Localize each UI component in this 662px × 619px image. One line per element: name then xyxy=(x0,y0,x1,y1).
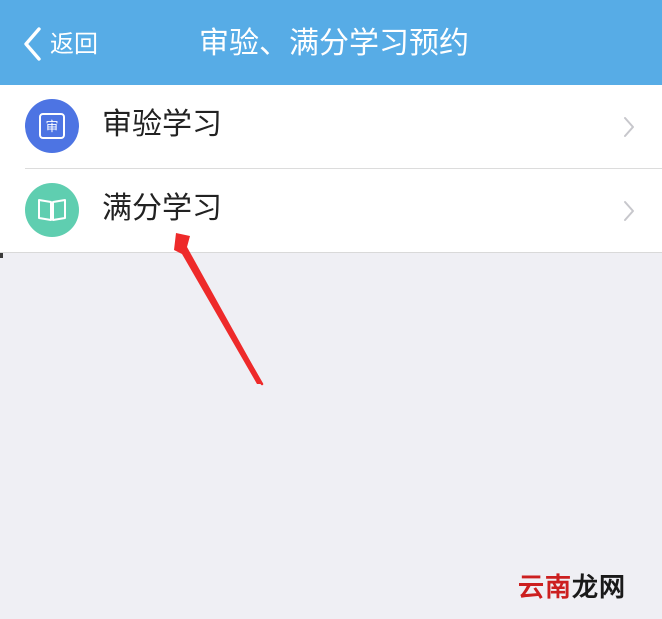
chevron-right-icon xyxy=(624,117,634,137)
list-item-full-score-study[interactable]: 满分学习 xyxy=(25,168,662,252)
page-title: 审验、满分学习预约 xyxy=(199,26,469,61)
chevron-right-icon xyxy=(624,201,634,221)
study-type-list: 审 审验学习 满分学习 xyxy=(0,85,662,253)
watermark-part2: 龙网 xyxy=(571,573,626,603)
audit-seal-icon: 审 xyxy=(25,99,79,153)
open-book-icon xyxy=(25,183,79,237)
watermark-part1: 云南 xyxy=(517,573,572,603)
nav-bar: 返回 审验、满分学习预约 xyxy=(0,0,662,85)
list-item-audit-study[interactable]: 审 审验学习 xyxy=(0,85,662,168)
list-item-label: 审验学习 xyxy=(102,107,222,142)
list-item-label: 满分学习 xyxy=(102,191,222,226)
audit-seal-glyph: 审 xyxy=(45,120,58,135)
watermark: 云南龙网 xyxy=(518,573,626,603)
